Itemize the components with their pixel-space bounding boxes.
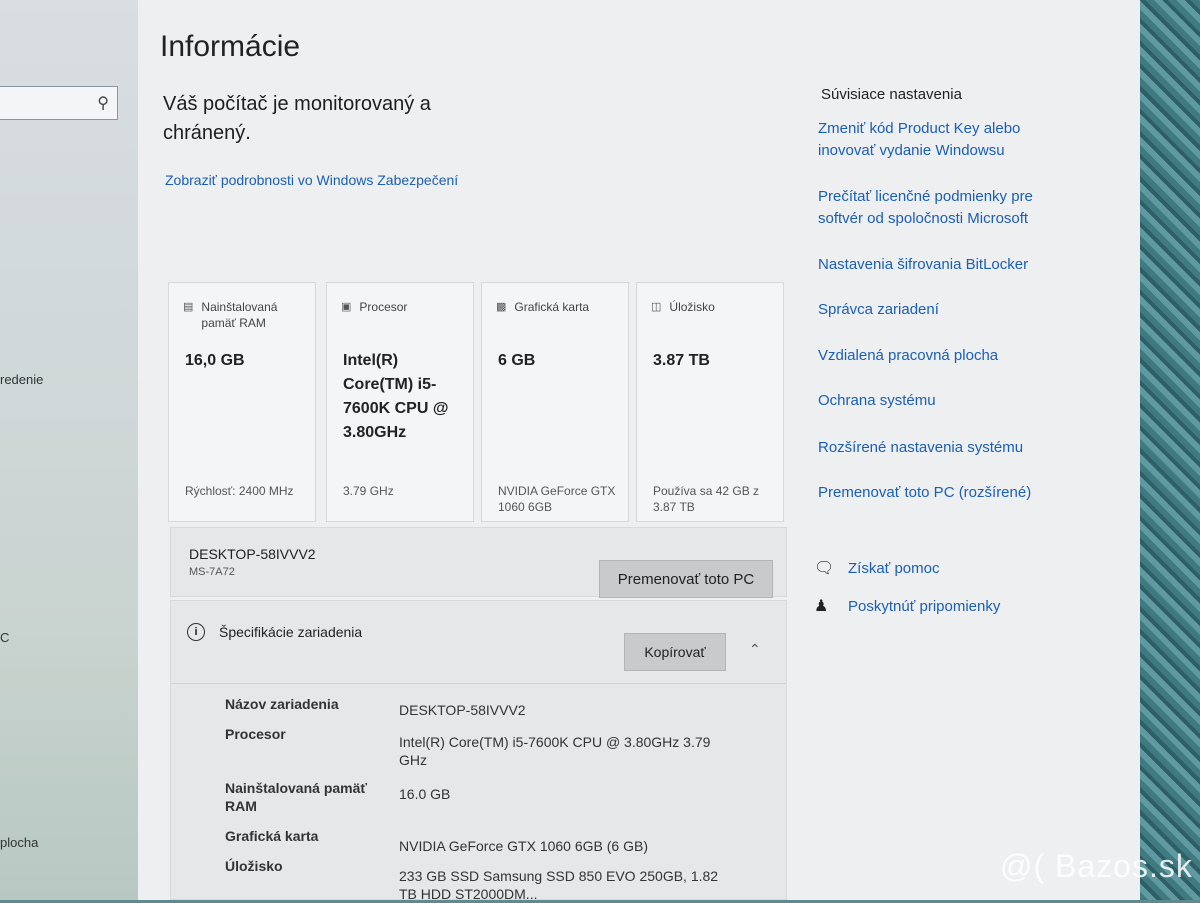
- storage-icon: ◫: [651, 301, 662, 313]
- security-details-link[interactable]: Zobraziť podrobnosti vo Windows Zabezpeč…: [165, 172, 458, 188]
- card-title: Procesor: [359, 300, 408, 314]
- device-specs-panel: i Špecifikácie zariadenia Kopírovať ⌃ Ná…: [170, 600, 787, 902]
- security-status: Váš počítač je monitorovaný a chránený.: [163, 93, 431, 144]
- specs-header[interactable]: i Špecifikácie zariadenia: [187, 623, 362, 641]
- card-value: Intel(R) Core(TM) i5-7600K CPU @ 3.80GHz: [343, 352, 449, 441]
- change-product-key-link[interactable]: Zmeniť kód Product Key alebo inovovať vy…: [818, 118, 1078, 162]
- related-settings-heading: Súvisiace nastavenia: [821, 86, 962, 103]
- info-icon: i: [187, 623, 205, 641]
- card-sub: Používa sa 42 GB z 3.87 TB: [653, 484, 760, 514]
- ram-card: ▤ Nainštalovaná pamäť RAM 16,0 GB Rýchlos…: [168, 282, 316, 522]
- card-sub: Rýchlosť: 2400 MHz: [185, 484, 294, 498]
- rename-pc-advanced-link[interactable]: Premenovať toto PC (rozšírené): [818, 482, 1078, 504]
- search-icon[interactable]: ⚲: [97, 93, 109, 113]
- device-name-section: DESKTOP-58IVVV2 MS-7A72 Premenovať toto …: [170, 527, 787, 598]
- system-protection-link[interactable]: Ochrana systému: [818, 390, 1078, 412]
- card-title: Úložisko: [669, 300, 715, 314]
- spec-label: Úložisko: [225, 858, 283, 874]
- card-value: 16,0 GB: [185, 352, 245, 369]
- settings-search-box[interactable]: ⚲: [0, 86, 118, 120]
- device-name: DESKTOP-58IVVV2: [189, 546, 316, 562]
- spec-value: Intel(R) Core(TM) i5-7600K CPU @ 3.80GHz…: [399, 734, 711, 768]
- copy-button[interactable]: Kopírovať: [624, 633, 726, 671]
- sidebar-fragment[interactable]: C: [0, 630, 9, 645]
- gpu-icon: ▩: [496, 301, 507, 313]
- sidebar-fragment[interactable]: redenie: [0, 372, 43, 387]
- spec-value: 16.0 GB: [399, 786, 451, 802]
- cpu-icon: ▣: [341, 301, 352, 313]
- storage-card: ◫ Úložisko 3.87 TB Používa sa 42 GB z 3.8…: [636, 282, 784, 522]
- watermark: @( Bazos.sk: [1000, 848, 1193, 884]
- spec-label: Názov zariadenia: [225, 696, 339, 712]
- gpu-card: ▩ Grafická karta 6 GB NVIDIA GeForce GTX …: [481, 282, 629, 522]
- chevron-up-icon[interactable]: ⌃: [749, 641, 761, 658]
- spec-value: NVIDIA GeForce GTX 1060 6GB (6 GB): [399, 838, 648, 854]
- card-value: 6 GB: [498, 352, 536, 369]
- divider: [171, 683, 786, 684]
- desktop-background: [1140, 0, 1200, 900]
- about-page: Informácie Váš počítač je monitorovaný a…: [138, 0, 1142, 902]
- page-title: Informácie: [160, 30, 301, 63]
- spec-value: DESKTOP-58IVVV2: [399, 702, 526, 718]
- sidebar-fragment[interactable]: plocha: [0, 835, 38, 850]
- feedback-item[interactable]: ♟ Poskytnúť pripomienky: [814, 596, 1000, 616]
- settings-sidebar: ⚲ redenie C plocha: [0, 0, 138, 900]
- card-sub: NVIDIA GeForce GTX 1060 6GB: [498, 484, 616, 514]
- card-title: Nainštalovaná pamäť RAM: [201, 300, 278, 330]
- spec-label: Procesor: [225, 726, 286, 742]
- device-manager-link[interactable]: Správca zariadení: [818, 299, 1078, 321]
- spec-label: Grafická karta: [225, 828, 319, 844]
- feedback-icon: ♟: [814, 598, 829, 615]
- card-value: 3.87 TB: [653, 352, 710, 369]
- help-chat-icon: 🗨: [814, 560, 835, 577]
- get-help-item[interactable]: 🗨 Získať pomoc: [814, 558, 940, 578]
- spec-value: 233 GB SSD Samsung SSD 850 EVO 250GB, 1.…: [399, 868, 719, 902]
- cpu-card: ▣ Procesor Intel(R) Core(TM) i5-7600K CPU…: [326, 282, 474, 522]
- remote-desktop-link[interactable]: Vzdialená pracovná plocha: [818, 345, 1078, 367]
- card-title: Grafická karta: [514, 300, 590, 314]
- bitlocker-settings-link[interactable]: Nastavenia šifrovania BitLocker: [818, 254, 1078, 276]
- rename-pc-button[interactable]: Premenovať toto PC: [599, 560, 773, 598]
- card-sub: 3.79 GHz: [343, 484, 394, 498]
- get-help-link[interactable]: Získať pomoc: [848, 560, 940, 577]
- feedback-link[interactable]: Poskytnúť pripomienky: [848, 598, 1000, 615]
- ram-icon: ▤: [183, 301, 194, 313]
- device-model: MS-7A72: [189, 566, 235, 578]
- advanced-system-settings-link[interactable]: Rozšírené nastavenia systému: [818, 437, 1078, 459]
- specs-heading: Špecifikácie zariadenia: [219, 624, 363, 640]
- license-terms-link[interactable]: Prečítať licenčné podmienky pre softvér …: [818, 186, 1078, 230]
- spec-label: Nainštalovaná pamäť RAM: [225, 780, 368, 814]
